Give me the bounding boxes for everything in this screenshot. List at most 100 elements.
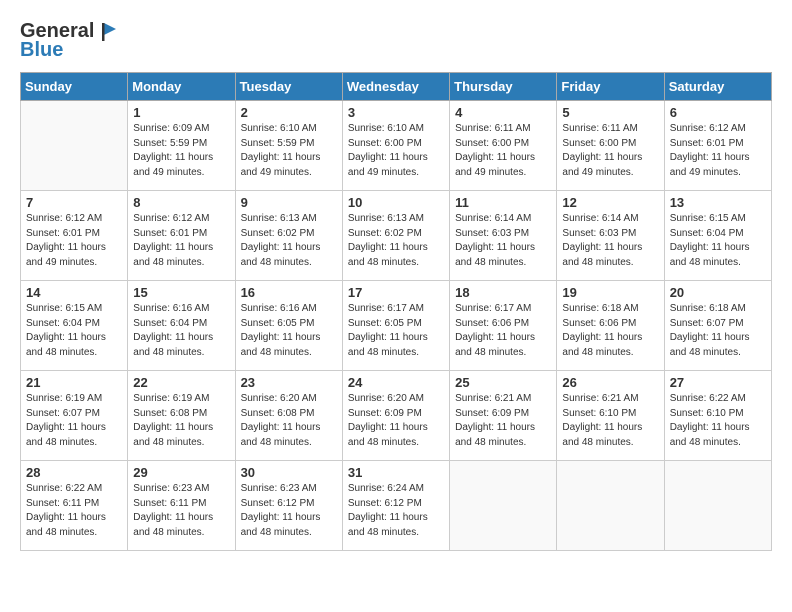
- day-number: 13: [670, 195, 766, 210]
- cal-cell: 25 Sunrise: 6:21 AM Sunset: 6:09 PM Dayli…: [450, 371, 557, 461]
- cal-cell: [21, 101, 128, 191]
- day-header-wednesday: Wednesday: [342, 73, 449, 101]
- week-row-1: 7 Sunrise: 6:12 AM Sunset: 6:01 PM Daylig…: [21, 191, 772, 281]
- cell-info: Sunrise: 6:09 AM Sunset: 5:59 PM Dayligh…: [133, 122, 229, 180]
- day-number: 2: [241, 105, 337, 120]
- cal-cell: 13 Sunrise: 6:15 AM Sunset: 6:04 PM Dayli…: [664, 191, 771, 281]
- day-header-thursday: Thursday: [450, 73, 557, 101]
- cal-cell: [664, 461, 771, 551]
- day-number: 23: [241, 375, 337, 390]
- day-header-tuesday: Tuesday: [235, 73, 342, 101]
- day-number: 29: [133, 465, 229, 480]
- day-number: 14: [26, 285, 122, 300]
- cell-info: Sunrise: 6:21 AM Sunset: 6:09 PM Dayligh…: [455, 392, 551, 450]
- cell-info: Sunrise: 6:15 AM Sunset: 6:04 PM Dayligh…: [26, 302, 122, 360]
- cal-cell: 5Sunrise: 6:11 AM Sunset: 6:00 PM Daylig…: [557, 101, 664, 191]
- cal-cell: 26 Sunrise: 6:21 AM Sunset: 6:10 PM Dayli…: [557, 371, 664, 461]
- cell-info: Sunrise: 6:10 AM Sunset: 6:00 PM Dayligh…: [348, 122, 444, 180]
- cal-cell: 18 Sunrise: 6:17 AM Sunset: 6:06 PM Dayli…: [450, 281, 557, 371]
- cell-info: Sunrise: 6:17 AM Sunset: 6:06 PM Dayligh…: [455, 302, 551, 360]
- cell-info: Sunrise: 6:18 AM Sunset: 6:07 PM Dayligh…: [670, 302, 766, 360]
- cal-cell: 22 Sunrise: 6:19 AM Sunset: 6:08 PM Dayli…: [128, 371, 235, 461]
- cell-info: Sunrise: 6:16 AM Sunset: 6:05 PM Dayligh…: [241, 302, 337, 360]
- day-number: 18: [455, 285, 551, 300]
- cal-cell: 7 Sunrise: 6:12 AM Sunset: 6:01 PM Daylig…: [21, 191, 128, 281]
- day-number: 19: [562, 285, 658, 300]
- logo-flag-icon: [96, 21, 118, 43]
- cal-cell: 21 Sunrise: 6:19 AM Sunset: 6:07 PM Dayli…: [21, 371, 128, 461]
- cell-info: Sunrise: 6:12 AM Sunset: 6:01 PM Dayligh…: [133, 212, 229, 270]
- cell-info: Sunrise: 6:10 AM Sunset: 5:59 PM Dayligh…: [241, 122, 337, 180]
- cal-cell: [557, 461, 664, 551]
- cal-cell: 11Sunrise: 6:14 AM Sunset: 6:03 PM Dayli…: [450, 191, 557, 281]
- day-number: 3: [348, 105, 444, 120]
- cell-info: Sunrise: 6:20 AM Sunset: 6:08 PM Dayligh…: [241, 392, 337, 450]
- cell-info: Sunrise: 6:11 AM Sunset: 6:00 PM Dayligh…: [562, 122, 658, 180]
- day-number: 28: [26, 465, 122, 480]
- week-row-0: 1 Sunrise: 6:09 AM Sunset: 5:59 PM Daylig…: [21, 101, 772, 191]
- cell-info: Sunrise: 6:21 AM Sunset: 6:10 PM Dayligh…: [562, 392, 658, 450]
- week-row-4: 28 Sunrise: 6:22 AM Sunset: 6:11 PM Dayli…: [21, 461, 772, 551]
- cal-cell: 14 Sunrise: 6:15 AM Sunset: 6:04 PM Dayli…: [21, 281, 128, 371]
- cal-cell: 20 Sunrise: 6:18 AM Sunset: 6:07 PM Dayli…: [664, 281, 771, 371]
- cell-info: Sunrise: 6:18 AM Sunset: 6:06 PM Dayligh…: [562, 302, 658, 360]
- cell-info: Sunrise: 6:17 AM Sunset: 6:05 PM Dayligh…: [348, 302, 444, 360]
- day-header-friday: Friday: [557, 73, 664, 101]
- cal-cell: 24 Sunrise: 6:20 AM Sunset: 6:09 PM Dayli…: [342, 371, 449, 461]
- cal-cell: 31Sunrise: 6:24 AM Sunset: 6:12 PM Dayli…: [342, 461, 449, 551]
- day-header-monday: Monday: [128, 73, 235, 101]
- day-number: 20: [670, 285, 766, 300]
- header: General Blue: [20, 20, 772, 62]
- day-number: 24: [348, 375, 444, 390]
- cell-info: Sunrise: 6:19 AM Sunset: 6:07 PM Dayligh…: [26, 392, 122, 450]
- cal-cell: 8Sunrise: 6:12 AM Sunset: 6:01 PM Daylig…: [128, 191, 235, 281]
- cal-cell: 17Sunrise: 6:17 AM Sunset: 6:05 PM Dayli…: [342, 281, 449, 371]
- cal-cell: 12 Sunrise: 6:14 AM Sunset: 6:03 PM Dayli…: [557, 191, 664, 281]
- day-number: 7: [26, 195, 122, 210]
- cell-info: Sunrise: 6:11 AM Sunset: 6:00 PM Dayligh…: [455, 122, 551, 180]
- cell-info: Sunrise: 6:22 AM Sunset: 6:11 PM Dayligh…: [26, 482, 122, 540]
- day-number: 31: [348, 465, 444, 480]
- cell-info: Sunrise: 6:20 AM Sunset: 6:09 PM Dayligh…: [348, 392, 444, 450]
- day-number: 21: [26, 375, 122, 390]
- day-number: 1: [133, 105, 229, 120]
- cal-cell: 10Sunrise: 6:13 AM Sunset: 6:02 PM Dayli…: [342, 191, 449, 281]
- day-number: 10: [348, 195, 444, 210]
- cal-cell: [450, 461, 557, 551]
- cal-cell: 3 Sunrise: 6:10 AM Sunset: 6:00 PM Daylig…: [342, 101, 449, 191]
- week-row-3: 21 Sunrise: 6:19 AM Sunset: 6:07 PM Dayli…: [21, 371, 772, 461]
- day-number: 26: [562, 375, 658, 390]
- cell-info: Sunrise: 6:12 AM Sunset: 6:01 PM Dayligh…: [26, 212, 122, 270]
- cell-info: Sunrise: 6:23 AM Sunset: 6:12 PM Dayligh…: [241, 482, 337, 540]
- logo: General Blue: [20, 20, 118, 62]
- cell-info: Sunrise: 6:22 AM Sunset: 6:10 PM Dayligh…: [670, 392, 766, 450]
- cal-cell: 30 Sunrise: 6:23 AM Sunset: 6:12 PM Dayli…: [235, 461, 342, 551]
- cal-cell: 15 Sunrise: 6:16 AM Sunset: 6:04 PM Dayli…: [128, 281, 235, 371]
- cal-cell: 4 Sunrise: 6:11 AM Sunset: 6:00 PM Daylig…: [450, 101, 557, 191]
- day-number: 30: [241, 465, 337, 480]
- logo-blue-text: Blue: [20, 39, 63, 62]
- cal-cell: 28 Sunrise: 6:22 AM Sunset: 6:11 PM Dayli…: [21, 461, 128, 551]
- cell-info: Sunrise: 6:19 AM Sunset: 6:08 PM Dayligh…: [133, 392, 229, 450]
- cell-info: Sunrise: 6:23 AM Sunset: 6:11 PM Dayligh…: [133, 482, 229, 540]
- day-number: 4: [455, 105, 551, 120]
- cell-info: Sunrise: 6:15 AM Sunset: 6:04 PM Dayligh…: [670, 212, 766, 270]
- cell-info: Sunrise: 6:14 AM Sunset: 6:03 PM Dayligh…: [562, 212, 658, 270]
- cal-cell: 1 Sunrise: 6:09 AM Sunset: 5:59 PM Daylig…: [128, 101, 235, 191]
- cell-info: Sunrise: 6:13 AM Sunset: 6:02 PM Dayligh…: [241, 212, 337, 270]
- day-number: 16: [241, 285, 337, 300]
- cell-info: Sunrise: 6:16 AM Sunset: 6:04 PM Dayligh…: [133, 302, 229, 360]
- day-header-sunday: Sunday: [21, 73, 128, 101]
- cal-cell: 29 Sunrise: 6:23 AM Sunset: 6:11 PM Dayli…: [128, 461, 235, 551]
- cal-cell: 23 Sunrise: 6:20 AM Sunset: 6:08 PM Dayli…: [235, 371, 342, 461]
- cal-cell: 2 Sunrise: 6:10 AM Sunset: 5:59 PM Daylig…: [235, 101, 342, 191]
- day-number: 12: [562, 195, 658, 210]
- day-number: 15: [133, 285, 229, 300]
- cal-cell: 27Sunrise: 6:22 AM Sunset: 6:10 PM Dayli…: [664, 371, 771, 461]
- calendar-table: SundayMondayTuesdayWednesdayThursdayFrid…: [20, 72, 772, 551]
- day-number: 25: [455, 375, 551, 390]
- day-number: 22: [133, 375, 229, 390]
- day-number: 9: [241, 195, 337, 210]
- cal-cell: 16 Sunrise: 6:16 AM Sunset: 6:05 PM Dayli…: [235, 281, 342, 371]
- day-number: 11: [455, 195, 551, 210]
